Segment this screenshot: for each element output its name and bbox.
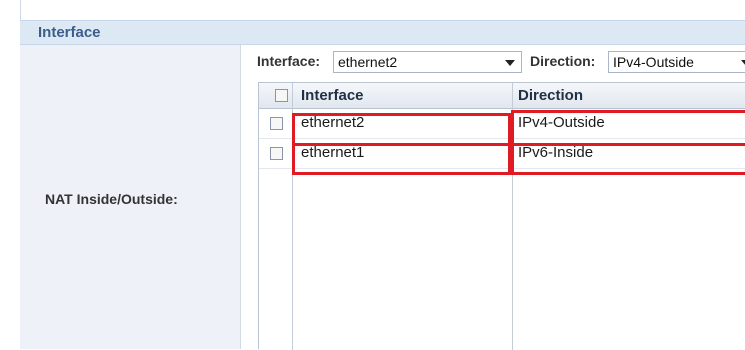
column-divider xyxy=(292,169,293,350)
column-divider xyxy=(292,83,293,109)
chevron-down-icon[interactable] xyxy=(505,60,515,66)
direction-filter-label: Direction: xyxy=(530,53,596,69)
column-divider xyxy=(512,83,513,109)
panel-header: Interface xyxy=(20,20,745,45)
grid-header: Interface Direction xyxy=(259,83,745,109)
column-header-interface[interactable]: Interface xyxy=(301,87,364,104)
column-header-direction[interactable]: Direction xyxy=(518,87,583,104)
column-divider xyxy=(512,169,513,350)
select-all-checkbox[interactable] xyxy=(275,89,288,102)
interface-select-value: ethernet2 xyxy=(338,54,398,70)
highlight-box-interface-row2 xyxy=(292,143,511,175)
row-checkbox[interactable] xyxy=(270,147,283,160)
panel-title: Interface xyxy=(38,24,101,41)
direction-select-value: IPv4-Outside xyxy=(613,54,694,70)
interface-filter-label: Interface: xyxy=(257,53,321,69)
chevron-down-icon[interactable] xyxy=(741,60,745,66)
highlight-box-interface-row1 xyxy=(292,113,511,146)
row-checkbox[interactable] xyxy=(270,117,283,130)
highlight-box-direction-row1 xyxy=(511,110,745,146)
highlight-box-direction-row2 xyxy=(511,143,745,175)
direction-select[interactable]: IPv4-Outside xyxy=(608,51,745,73)
interface-select[interactable]: ethernet2 xyxy=(333,51,522,73)
nat-inside-outside-label: NAT Inside/Outside: xyxy=(45,191,178,207)
